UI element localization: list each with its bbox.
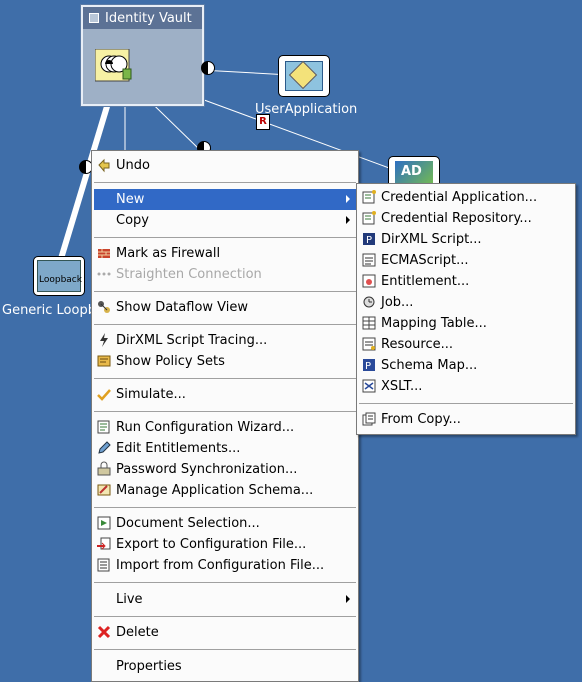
undo-icon: [98, 158, 110, 173]
menu-item-show-dataflow-view[interactable]: Show Dataflow View: [92, 297, 356, 318]
straighten-icon: [97, 272, 111, 276]
firewall-icon: [98, 249, 110, 258]
submenu-item-job[interactable]: Job...: [357, 292, 573, 313]
delete-icon: [97, 625, 111, 639]
ecmascript-icon: [362, 253, 376, 267]
menu-separator: [94, 291, 356, 292]
loopback-icon-text: Loopback: [39, 275, 82, 285]
menu-item-simulate[interactable]: Simulate...: [92, 384, 356, 405]
menu-separator: [94, 182, 356, 183]
identity-vault-node[interactable]: Identity Vault: [81, 5, 204, 106]
submenu-arrow-icon: [346, 216, 350, 224]
submenu-item-xslt[interactable]: XSLT...: [357, 376, 573, 397]
import-icon: [97, 558, 110, 572]
menu-item-edit-entitlements[interactable]: Edit Entitlements...: [92, 438, 356, 459]
menu-item-properties[interactable]: Properties: [92, 656, 356, 677]
menu-separator: [94, 237, 356, 238]
menu-separator: [94, 649, 356, 650]
vault-title-bar: Identity Vault: [83, 7, 202, 29]
submenu-item-credential-application[interactable]: Credential Application...: [357, 187, 573, 208]
dataflow-icon: [98, 301, 110, 313]
export-icon: [97, 537, 111, 550]
document-icon: [97, 516, 111, 530]
mapping-table-icon: [362, 316, 376, 330]
loopback-node[interactable]: Loopback: [33, 256, 85, 296]
connection-marker-icon[interactable]: [201, 61, 215, 75]
submenu-item-ecmascript[interactable]: ECMAScript...: [357, 250, 573, 271]
submenu-item-mapping-table[interactable]: Mapping Table...: [357, 313, 573, 334]
menu-item-live[interactable]: Live: [92, 589, 356, 610]
schema-icon: [97, 484, 111, 496]
policy-sets-icon: [97, 355, 111, 367]
submenu-arrow-icon: [346, 595, 350, 603]
resource-icon: [362, 337, 376, 351]
menu-item-undo[interactable]: Undo: [92, 155, 356, 176]
menu-separator: [94, 378, 356, 379]
new-submenu: Credential Application... Credential Rep…: [356, 183, 576, 435]
entitlement-icon: [362, 274, 376, 288]
svg-text:P: P: [366, 235, 372, 246]
ad-icon-text: AD: [401, 164, 422, 179]
submenu-separator: [359, 403, 573, 404]
menu-separator: [94, 507, 356, 508]
menu-item-import-from-configuration-file[interactable]: Import from Configuration File...: [92, 555, 356, 576]
menu-item-export-to-configuration-file[interactable]: Export to Configuration File...: [92, 534, 356, 555]
menu-item-new[interactable]: New: [94, 189, 356, 210]
menu-separator: [94, 616, 356, 617]
schema-map-icon: P: [363, 359, 375, 372]
user-application-node[interactable]: [278, 55, 330, 97]
from-copy-icon: [362, 412, 376, 426]
dirxml-script-icon: P: [363, 233, 375, 246]
password-sync-icon: [97, 461, 111, 476]
menu-item-copy[interactable]: Copy: [92, 210, 356, 231]
submenu-item-from-copy[interactable]: From Copy...: [357, 409, 573, 430]
menu-separator: [94, 324, 356, 325]
svg-text:P: P: [365, 361, 371, 372]
menu-item-delete[interactable]: Delete: [92, 622, 356, 643]
menu-item-dirxml-script-tracing[interactable]: DirXML Script Tracing...: [92, 330, 356, 351]
xslt-icon: [362, 379, 376, 393]
submenu-item-schema-map[interactable]: P Schema Map...: [357, 355, 573, 376]
vault-servers-icon: [95, 49, 132, 82]
submenu-item-credential-repository[interactable]: Credential Repository...: [357, 208, 573, 229]
wizard-icon: [97, 420, 110, 434]
menu-separator: [94, 582, 356, 583]
credential-application-icon: [362, 190, 376, 204]
simulate-icon: [97, 389, 111, 401]
vault-window-icon: [89, 13, 99, 23]
menu-item-run-configuration-wizard[interactable]: Run Configuration Wizard...: [92, 417, 356, 438]
submenu-item-resource[interactable]: Resource...: [357, 334, 573, 355]
menu-item-straighten-connection[interactable]: Straighten Connection: [92, 264, 356, 285]
menu-item-password-synchronization[interactable]: Password Synchronization...: [92, 459, 356, 480]
menu-separator: [94, 411, 356, 412]
menu-item-manage-application-schema[interactable]: Manage Application Schema...: [92, 480, 356, 501]
context-menu: Undo New Copy Mark as Firewall Straighte…: [91, 150, 359, 682]
tracing-icon: [100, 333, 108, 347]
vault-title: Identity Vault: [105, 10, 192, 26]
credential-repository-icon: [362, 211, 376, 225]
menu-item-mark-as-firewall[interactable]: Mark as Firewall: [92, 243, 356, 264]
loopback-label: Generic Loopba: [2, 303, 104, 318]
submenu-item-dirxml-script[interactable]: P DirXML Script...: [357, 229, 573, 250]
user-application-label: UserApplication: [255, 102, 358, 117]
submenu-arrow-icon: [346, 195, 350, 203]
menu-item-show-policy-sets[interactable]: Show Policy Sets: [92, 351, 356, 372]
submenu-item-entitlement[interactable]: Entitlement...: [357, 271, 573, 292]
job-icon: [363, 296, 375, 308]
menu-item-document-selection[interactable]: Document Selection...: [92, 513, 356, 534]
pencil-icon: [98, 441, 111, 454]
